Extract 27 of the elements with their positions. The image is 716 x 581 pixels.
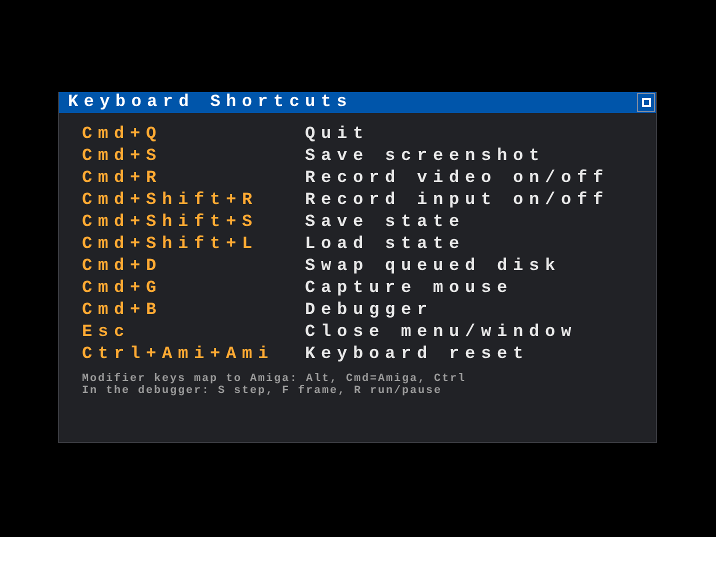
shortcut-action: Capture mouse (305, 278, 514, 298)
shortcut-action: Close menu/window (305, 322, 578, 342)
note-text: In the debugger: S step, F frame, R run/pause (82, 385, 444, 397)
shortcut-action: Save state (305, 212, 466, 232)
shortcut-keys: Cmd+Q (82, 124, 305, 144)
shortcut-action: Debugger (305, 300, 434, 320)
shortcut-keys: Cmd+B (82, 300, 305, 320)
shortcut-action: Keyboard reset (305, 344, 530, 364)
shortcut-action: Save screenshot (305, 146, 546, 166)
square-icon (642, 98, 650, 107)
shortcut-action: Quit (305, 124, 370, 144)
shortcut-action: Swap queued disk (305, 256, 562, 276)
shortcut-action: Load state (305, 234, 466, 254)
shortcut-keys: Cmd+Shift+L (82, 234, 305, 254)
note-text: Modifier keys map to Amiga: Alt, Cmd=Amiga, Ctrl (82, 373, 468, 385)
shortcut-action: Record video on/off (305, 168, 610, 188)
shortcut-keys: Cmd+Shift+S (82, 212, 305, 232)
shortcut-keys: Cmd+S (82, 146, 305, 166)
shortcut-keys: Cmd+G (82, 278, 305, 298)
shortcut-keys: Esc (82, 322, 305, 342)
shortcut-keys: Cmd+R (82, 168, 305, 188)
shortcut-action: Record input on/off (305, 190, 610, 210)
shortcut-keys: Ctrl+Ami+Ami (82, 344, 305, 364)
close-button[interactable] (637, 93, 655, 112)
window-title: Keyboard Shortcuts (68, 93, 352, 112)
shortcut-keys: Cmd+D (82, 256, 305, 276)
shortcut-keys: Cmd+Shift+R (82, 190, 305, 210)
